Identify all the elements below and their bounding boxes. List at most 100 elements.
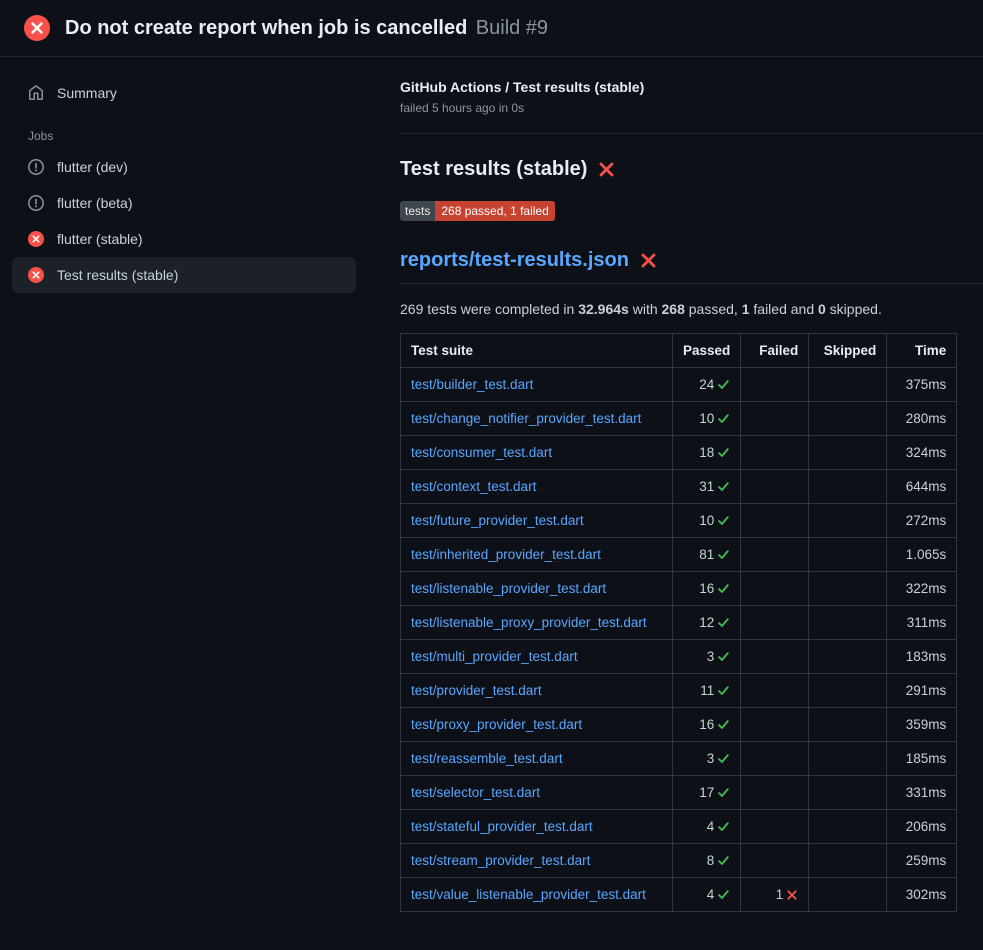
time-value: 259ms bbox=[906, 853, 947, 868]
suite-link[interactable]: test/value_listenable_provider_test.dart bbox=[411, 887, 646, 902]
time-cell: 302ms bbox=[887, 878, 957, 912]
suite-link[interactable]: test/future_provider_test.dart bbox=[411, 513, 584, 528]
suite-link[interactable]: test/stateful_provider_test.dart bbox=[411, 819, 593, 834]
badge-label: tests bbox=[400, 201, 435, 221]
suite-link[interactable]: test/consumer_test.dart bbox=[411, 445, 552, 460]
passed-count: 16 bbox=[699, 581, 714, 596]
suite-link[interactable]: test/multi_provider_test.dart bbox=[411, 649, 578, 664]
suite-cell: test/proxy_provider_test.dart bbox=[401, 708, 673, 742]
suite-link[interactable]: test/selector_test.dart bbox=[411, 785, 540, 800]
failed-total: 1 bbox=[742, 301, 750, 317]
check-icon bbox=[717, 409, 730, 428]
time-cell: 280ms bbox=[887, 402, 957, 436]
suite-link[interactable]: test/change_notifier_provider_test.dart bbox=[411, 411, 641, 426]
suite-link[interactable]: test/proxy_provider_test.dart bbox=[411, 717, 582, 732]
failed-cell bbox=[741, 572, 809, 606]
suite-cell: test/reassemble_test.dart bbox=[401, 742, 673, 776]
col-time: Time bbox=[887, 334, 957, 368]
page-header: Do not create report when job is cancell… bbox=[0, 0, 983, 57]
table-row: test/consumer_test.dart18324ms bbox=[401, 436, 957, 470]
suite-cell: test/provider_test.dart bbox=[401, 674, 673, 708]
suite-link[interactable]: test/listenable_provider_test.dart bbox=[411, 581, 606, 596]
sidebar-item-flutter-beta[interactable]: flutter (beta) bbox=[12, 185, 356, 221]
skipped-cell bbox=[809, 810, 887, 844]
failed-cell bbox=[741, 538, 809, 572]
page-title: Do not create report when job is cancell… bbox=[65, 17, 467, 39]
col-passed: Passed bbox=[673, 334, 741, 368]
failed-x-icon bbox=[640, 252, 657, 269]
cancelled-icon bbox=[28, 195, 44, 211]
suite-cell: test/stateful_provider_test.dart bbox=[401, 810, 673, 844]
suite-cell: test/selector_test.dart bbox=[401, 776, 673, 810]
table-row: test/builder_test.dart24375ms bbox=[401, 368, 957, 402]
table-row: test/stateful_provider_test.dart4206ms bbox=[401, 810, 957, 844]
passed-cell: 10 bbox=[673, 402, 741, 436]
skipped-cell bbox=[809, 640, 887, 674]
time-cell: 644ms bbox=[887, 470, 957, 504]
check-icon bbox=[717, 443, 730, 462]
x-circle-icon bbox=[24, 15, 50, 41]
passed-cell: 16 bbox=[673, 572, 741, 606]
passed-count: 81 bbox=[699, 547, 714, 562]
job-label: flutter (dev) bbox=[57, 159, 128, 175]
passed-cell: 16 bbox=[673, 708, 741, 742]
sidebar-item-flutter-stable[interactable]: flutter (stable) bbox=[12, 221, 356, 257]
passed-count: 4 bbox=[707, 819, 715, 834]
suite-cell: test/inherited_provider_test.dart bbox=[401, 538, 673, 572]
passed-count: 3 bbox=[707, 649, 715, 664]
passed-count: 8 bbox=[707, 853, 715, 868]
skipped-cell bbox=[809, 674, 887, 708]
skipped-cell bbox=[809, 742, 887, 776]
time-cell: 259ms bbox=[887, 844, 957, 878]
passed-total: 268 bbox=[662, 301, 685, 317]
suite-cell: test/builder_test.dart bbox=[401, 368, 673, 402]
table-row: test/value_listenable_provider_test.dart… bbox=[401, 878, 957, 912]
time-value: 302ms bbox=[906, 887, 947, 902]
suite-cell: test/value_listenable_provider_test.dart bbox=[401, 878, 673, 912]
passed-cell: 4 bbox=[673, 878, 741, 912]
jobs-section-label: Jobs bbox=[12, 111, 356, 149]
suite-link[interactable]: test/inherited_provider_test.dart bbox=[411, 547, 601, 562]
passed-cell: 24 bbox=[673, 368, 741, 402]
sidebar-item-summary[interactable]: Summary bbox=[12, 75, 356, 111]
main-content: GitHub Actions / Test results (stable) f… bbox=[368, 57, 983, 912]
passed-cell: 10 bbox=[673, 504, 741, 538]
passed-cell: 81 bbox=[673, 538, 741, 572]
suite-link[interactable]: test/builder_test.dart bbox=[411, 377, 533, 392]
run-status-text: failed 5 hours ago in 0s bbox=[400, 101, 983, 115]
skipped-total: 0 bbox=[818, 301, 826, 317]
table-row: test/listenable_provider_test.dart 16 322m… bbox=[401, 572, 957, 606]
suite-link[interactable]: test/context_test.dart bbox=[411, 479, 536, 494]
breadcrumb: GitHub Actions / Test results (stable) bbox=[400, 79, 983, 95]
suite-link[interactable]: test/stream_provider_test.dart bbox=[411, 853, 590, 868]
check-icon bbox=[717, 817, 730, 836]
suite-link[interactable]: test/reassemble_test.dart bbox=[411, 751, 563, 766]
sidebar-item-flutter-dev[interactable]: flutter (dev) bbox=[12, 149, 356, 185]
failed-cell bbox=[741, 368, 809, 402]
suite-link[interactable]: test/provider_test.dart bbox=[411, 683, 542, 698]
sidebar-item-test-results-stable[interactable]: Test results (stable) bbox=[12, 257, 356, 293]
col-failed: Failed bbox=[741, 334, 809, 368]
failed-cell bbox=[741, 504, 809, 538]
passed-cell: 3 bbox=[673, 742, 741, 776]
skipped-cell bbox=[809, 572, 887, 606]
check-icon bbox=[717, 715, 730, 734]
sidebar: Summary Jobs flutter (dev) flutter (beta)… bbox=[0, 57, 368, 311]
skipped-cell bbox=[809, 436, 887, 470]
skipped-cell bbox=[809, 606, 887, 640]
table-row: test/proxy_provider_test.dart16359ms bbox=[401, 708, 957, 742]
failed-cell bbox=[741, 674, 809, 708]
job-label: flutter (beta) bbox=[57, 195, 132, 211]
divider bbox=[400, 133, 983, 134]
failed-cell bbox=[741, 776, 809, 810]
report-link[interactable]: reports/test-results.json bbox=[400, 249, 629, 272]
suite-link[interactable]: test/listenable_proxy_provider_test.dart bbox=[411, 615, 647, 630]
check-icon bbox=[717, 851, 730, 870]
time-value: 644ms bbox=[906, 479, 947, 494]
time-cell: 322ms bbox=[887, 572, 957, 606]
col-skipped: Skipped bbox=[809, 334, 887, 368]
badge-value: 268 passed, 1 failed bbox=[435, 201, 554, 221]
skipped-cell bbox=[809, 402, 887, 436]
time-value: 331ms bbox=[906, 785, 947, 800]
time-cell: 311ms bbox=[887, 606, 957, 640]
